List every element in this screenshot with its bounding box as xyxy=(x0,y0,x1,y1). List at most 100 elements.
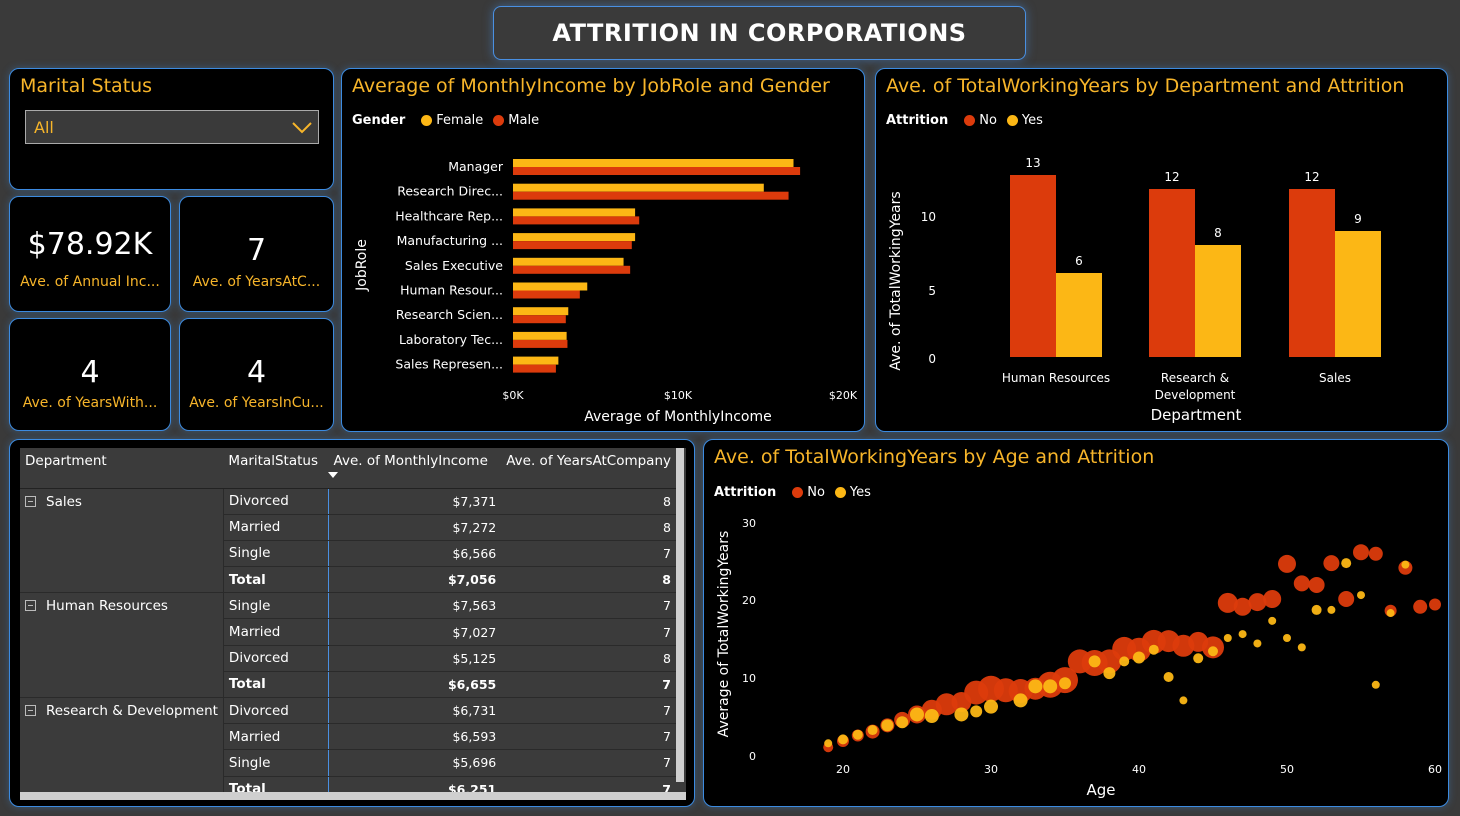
table-row[interactable]: Married $7,272 8 xyxy=(20,514,676,541)
bar-male[interactable] xyxy=(513,315,566,324)
bar-no[interactable] xyxy=(1149,189,1195,357)
point-yes[interactable] xyxy=(867,725,878,736)
point-yes[interactable] xyxy=(1179,696,1188,705)
income-by-jobrole-chart: Average of MonthlyIncome by JobRole and … xyxy=(341,68,865,432)
point-no[interactable] xyxy=(1263,590,1282,608)
point-yes[interactable] xyxy=(1193,653,1204,664)
bar-male[interactable] xyxy=(513,216,640,225)
column-header[interactable]: Department xyxy=(20,448,224,489)
point-yes[interactable] xyxy=(1253,639,1262,648)
bar-female[interactable] xyxy=(513,282,588,291)
point-yes[interactable] xyxy=(1043,679,1058,694)
point-yes[interactable] xyxy=(1013,693,1028,708)
point-yes[interactable] xyxy=(1103,667,1116,680)
point-yes[interactable] xyxy=(1357,591,1365,600)
column-header-sorted[interactable]: Ave. of MonthlyIncome xyxy=(327,448,502,489)
point-no[interactable] xyxy=(1248,593,1267,612)
point-yes[interactable] xyxy=(852,729,863,740)
table-row[interactable]: Research & Development Divorced $6,731 7 xyxy=(20,697,676,725)
table-row[interactable]: Sales Divorced $7,371 8 xyxy=(20,488,676,515)
point-no[interactable] xyxy=(1323,555,1340,572)
bar-yes[interactable] xyxy=(1056,273,1102,357)
point-yes[interactable] xyxy=(838,734,848,745)
column-header[interactable]: Ave. of YearsAtCompany xyxy=(501,448,676,489)
bar-female[interactable] xyxy=(513,307,569,316)
point-no[interactable] xyxy=(1278,554,1296,573)
point-yes[interactable] xyxy=(984,699,998,714)
point-yes[interactable] xyxy=(1088,655,1101,668)
point-yes[interactable] xyxy=(1401,560,1410,569)
point-yes[interactable] xyxy=(1311,604,1322,615)
point-yes[interactable] xyxy=(824,739,833,748)
point-yes[interactable] xyxy=(1238,630,1247,639)
bar-female[interactable] xyxy=(513,159,794,167)
point-yes[interactable] xyxy=(1148,644,1159,655)
bar-yes[interactable] xyxy=(1335,231,1381,357)
bar-male[interactable] xyxy=(513,339,568,348)
table-row[interactable]: Human Resources Single $7,563 7 xyxy=(20,592,676,620)
collapse-icon[interactable] xyxy=(25,705,36,716)
bar-male[interactable] xyxy=(513,241,632,250)
department-cell xyxy=(20,645,224,672)
point-no[interactable] xyxy=(1413,599,1428,614)
bar-female[interactable] xyxy=(513,183,764,192)
point-yes[interactable] xyxy=(954,707,969,722)
bar-female[interactable] xyxy=(513,208,636,217)
point-yes[interactable] xyxy=(1028,679,1043,694)
bar-male[interactable] xyxy=(513,290,580,299)
point-no[interactable] xyxy=(1293,575,1310,592)
point-yes[interactable] xyxy=(1268,616,1277,625)
point-yes[interactable] xyxy=(1059,677,1071,690)
point-yes[interactable] xyxy=(1133,651,1145,664)
point-yes[interactable] xyxy=(1208,646,1218,657)
table-row[interactable]: Single $6,566 7 xyxy=(20,540,676,568)
marital-status-dropdown[interactable]: All xyxy=(25,110,319,144)
marital-status-cell: Divorced xyxy=(223,697,329,725)
table-total-row[interactable]: Total $6,655 7 xyxy=(20,671,676,699)
bar-yes[interactable] xyxy=(1195,245,1241,357)
point-yes[interactable] xyxy=(1297,643,1306,652)
point-yes[interactable] xyxy=(1163,672,1174,682)
point-no[interactable] xyxy=(1308,576,1325,593)
point-yes[interactable] xyxy=(1341,558,1352,569)
point-yes[interactable] xyxy=(1386,609,1395,618)
point-no[interactable] xyxy=(1368,546,1383,561)
point-no[interactable] xyxy=(1429,598,1441,611)
table-viewport[interactable]: Department MaritalStatus Ave. of Monthly… xyxy=(20,448,686,792)
point-yes[interactable] xyxy=(910,707,924,722)
point-yes[interactable] xyxy=(896,716,909,729)
point-yes[interactable] xyxy=(881,719,894,732)
point-yes[interactable] xyxy=(1119,656,1130,667)
bar-female[interactable] xyxy=(513,257,624,266)
bar-female[interactable] xyxy=(513,233,636,242)
department-name: Human Resources xyxy=(46,598,168,615)
monthly-income-cell: $7,027 xyxy=(328,618,502,646)
table-total-row[interactable]: Total $7,056 8 xyxy=(20,566,676,594)
point-no[interactable] xyxy=(1338,591,1355,607)
table-row[interactable]: Divorced $5,125 8 xyxy=(20,645,676,672)
horizontal-scrollbar[interactable] xyxy=(20,792,686,800)
column-header[interactable]: MaritalStatus xyxy=(223,448,329,489)
table-row[interactable]: Single $5,696 7 xyxy=(20,749,676,777)
bar-male[interactable] xyxy=(513,364,556,373)
bar-male[interactable] xyxy=(513,191,789,200)
bar-no[interactable] xyxy=(1289,189,1335,357)
bar-male[interactable] xyxy=(513,167,801,175)
point-yes[interactable] xyxy=(1371,680,1380,689)
collapse-icon[interactable] xyxy=(25,600,36,612)
vertical-scrollbar[interactable] xyxy=(676,448,684,782)
bar-male[interactable] xyxy=(513,265,631,274)
bar-no[interactable] xyxy=(1010,175,1056,357)
collapse-icon[interactable] xyxy=(25,495,36,507)
point-yes[interactable] xyxy=(1327,605,1336,614)
point-yes[interactable] xyxy=(924,709,939,723)
point-yes[interactable] xyxy=(1283,634,1291,642)
point-no[interactable] xyxy=(1353,544,1369,561)
table-row[interactable]: Married $7,027 7 xyxy=(20,618,676,646)
table-row[interactable]: Married $6,593 7 xyxy=(20,723,676,751)
point-yes[interactable] xyxy=(1223,634,1232,642)
bar-female[interactable] xyxy=(513,331,567,340)
point-yes[interactable] xyxy=(970,705,983,718)
bar-female[interactable] xyxy=(513,356,559,365)
table-total-row[interactable]: Total $6,251 7 xyxy=(20,776,676,792)
